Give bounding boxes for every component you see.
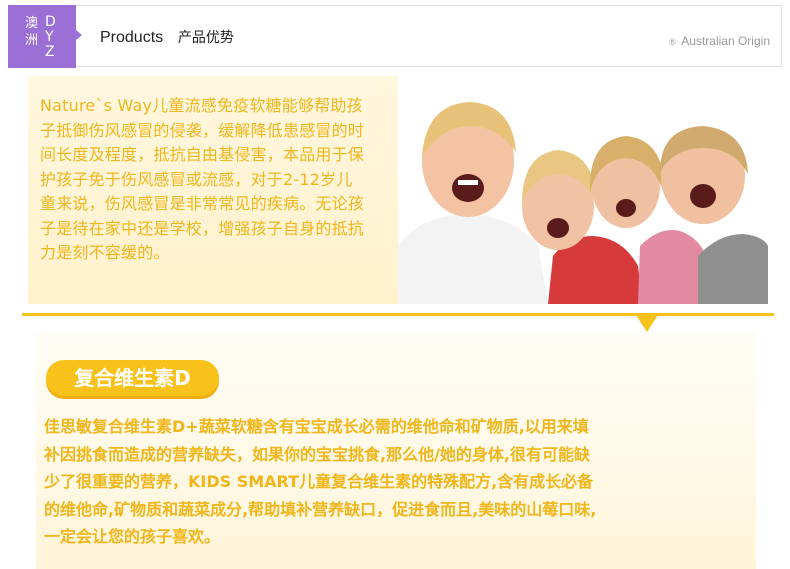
brand-letter-2: Y xyxy=(45,29,54,45)
page-title-en: Products xyxy=(100,29,164,46)
header: 澳 洲 D Y Z Products 产品优势 ® Australian Ori… xyxy=(0,0,790,72)
children-illustration xyxy=(398,76,768,304)
body-line: 补因挑食而造成的营养缺失，如果你的宝宝挑食,那么他/她的身体,很有可能缺 xyxy=(44,444,591,464)
brand-logo: 澳 洲 D Y Z xyxy=(8,5,76,68)
intro-line: 子抵御伤风感冒的侵袭，缓解降低患感冒的时 xyxy=(40,120,365,140)
intro-line: Nature`s Way儿童流感免疫软糖能够帮助孩 xyxy=(40,96,363,115)
brand-notch xyxy=(76,30,82,40)
page-title-zh: 产品优势 xyxy=(177,30,234,46)
divider-arrow-icon xyxy=(636,315,658,332)
page-title: Products 产品优势 xyxy=(100,27,234,47)
brand-cn-1: 澳 xyxy=(25,16,39,31)
intro-line: 力是刻不容缓的。 xyxy=(40,243,170,262)
children-photo xyxy=(398,76,768,304)
body-line: 少了很重要的营养，KIDS SMART儿童复合维生素的特殊配方,含有成长必备 xyxy=(44,472,594,491)
body-line: 一定会让您的孩子喜欢。 xyxy=(44,527,221,546)
body-line: 的维他命,矿物质和蔬菜成分,帮助填补营养缺口，促进食而且,美味的山莓口味, xyxy=(44,499,597,519)
section-heading: 复合维生素D xyxy=(74,366,191,390)
intro-text: Nature`s Way儿童流感免疫软糖能够帮助孩 子抵御伤风感冒的侵袭，缓解降… xyxy=(40,94,392,266)
section-body: 佳思敏复合维生素D+蔬菜软糖含有宝宝成长必需的维他命和矿物质,以用来填 补因挑食… xyxy=(44,413,764,551)
intro-line: 子是待在家中还是学校，增强孩子自身的抵抗 xyxy=(40,218,365,238)
registered-icon: ® xyxy=(668,37,676,47)
body-line: 佳思敏复合维生素D+蔬菜软糖含有宝宝成长必需的维他命和矿物质,以用来填 xyxy=(44,417,589,436)
brand-cn-2: 洲 xyxy=(25,33,39,48)
section-heading-badge: 复合维生素D xyxy=(46,360,219,396)
brand-letter-1: D xyxy=(45,14,56,30)
origin-label: ® Australian Origin xyxy=(669,34,770,48)
brand-letter-3: Z xyxy=(45,44,55,60)
intro-line: 护孩子免于伤风感冒或流感，对于2-12岁儿 xyxy=(40,169,353,189)
origin-text: Australian Origin xyxy=(681,34,770,48)
section-divider xyxy=(22,313,774,316)
intro-line: 童来说，伤风感冒是非常常见的疾病。无论孩 xyxy=(40,194,365,213)
intro-line: 间长度及程度，抵抗自由基侵害，本品用于保 xyxy=(40,145,365,164)
